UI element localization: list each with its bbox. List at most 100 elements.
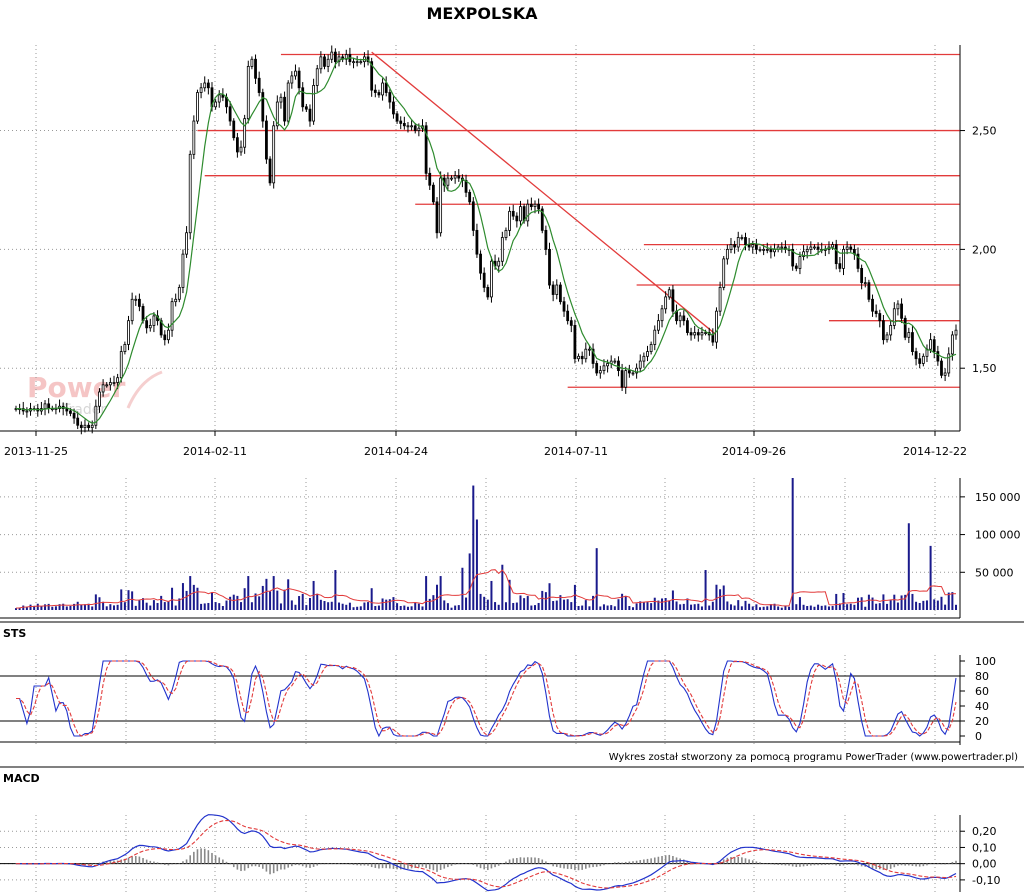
volume-bar — [682, 603, 685, 610]
candle-body — [638, 360, 642, 369]
candle-body — [664, 296, 668, 310]
volume-bar — [167, 601, 170, 610]
volume-bar — [827, 606, 830, 610]
volume-bar — [425, 576, 428, 610]
volume-bar — [955, 604, 957, 610]
macd-histogram-bar — [178, 863, 181, 864]
macd-histogram-bar — [505, 861, 507, 864]
candle-body — [624, 370, 628, 388]
macd-histogram-bar — [519, 857, 522, 864]
candle-body — [940, 360, 943, 376]
candle-body — [849, 246, 853, 250]
macd-histogram-bar — [933, 863, 936, 865]
macd-histogram-bar — [610, 863, 613, 864]
candle-body — [199, 87, 203, 93]
macd-histogram-bar — [487, 863, 489, 871]
candle-body — [606, 363, 609, 367]
volume-bar — [646, 602, 649, 610]
candle-body — [69, 410, 72, 414]
candle-body — [627, 370, 631, 374]
candle-body — [435, 201, 439, 234]
macd-histogram-bar — [301, 863, 304, 867]
candle-body — [653, 329, 657, 345]
macd-histogram-bar — [149, 860, 152, 864]
macd-histogram-bar — [454, 863, 456, 865]
candle-body — [138, 298, 141, 307]
macd-histogram-bar — [889, 863, 892, 869]
candle-body — [758, 248, 762, 251]
volume-bar — [356, 606, 359, 610]
macd-histogram-bar — [127, 857, 130, 864]
macd-histogram-bar — [555, 863, 558, 867]
candle-body — [301, 87, 305, 108]
candle-body — [831, 244, 834, 248]
volume-bar — [341, 603, 344, 610]
volume-bar — [490, 580, 493, 610]
volume-bar — [69, 606, 72, 610]
volume-bar — [221, 606, 224, 610]
macd-histogram-bar — [269, 863, 271, 875]
volume-bar — [537, 602, 540, 610]
macd-histogram-bar — [751, 860, 754, 864]
volume-bar — [203, 603, 206, 610]
macd-histogram-bar — [265, 863, 268, 872]
macd-histogram-bar — [904, 863, 906, 866]
candle-body — [769, 248, 773, 253]
candle-body — [896, 303, 900, 310]
volume-bar — [599, 606, 602, 610]
volume-bar — [722, 585, 725, 610]
macd-histogram-bar — [849, 863, 852, 865]
candle-body — [566, 310, 570, 322]
volume-bar — [290, 600, 293, 610]
volume-bar — [327, 602, 330, 610]
volume-bar — [232, 594, 235, 610]
candle-body — [519, 206, 522, 222]
candle-body — [384, 82, 388, 93]
volume-bar — [544, 592, 547, 610]
macd-histogram-bar — [276, 863, 279, 872]
volume-bar — [700, 606, 703, 610]
macd-histogram-bar — [468, 863, 471, 865]
candle-body — [152, 315, 156, 326]
macd-histogram-bar — [381, 863, 384, 869]
candle-body — [108, 382, 112, 386]
chart-root: MEXPOLSKA Power Trader STS MACD Wykres z… — [0, 0, 1024, 892]
volume-bar — [319, 599, 322, 610]
volume-bar — [726, 601, 729, 610]
candle-body — [395, 113, 399, 122]
macd-y-tick-label: -0,10 — [972, 874, 1000, 887]
candle-body — [76, 417, 80, 426]
candle-body — [428, 172, 432, 186]
sts-y-tick-label: 100 — [975, 655, 996, 668]
volume-bar — [377, 605, 380, 610]
macd-histogram-bar — [338, 863, 340, 865]
candle-body — [907, 332, 911, 338]
volume-bar — [465, 597, 468, 610]
macd-histogram-bar — [476, 863, 478, 867]
volume-bar — [276, 590, 279, 610]
macd-histogram-bar — [258, 863, 260, 867]
candle-body — [265, 120, 268, 160]
price-y-tick-label: 2,50 — [972, 125, 997, 138]
volume-bar — [867, 594, 870, 610]
volume-bar — [766, 606, 769, 610]
macd-histogram-bar — [367, 863, 369, 866]
macd-histogram-bar — [813, 863, 816, 866]
macd-histogram-bar — [145, 859, 148, 864]
volume-bar — [631, 607, 634, 610]
volume-bar — [552, 601, 555, 610]
macd-histogram-bar — [425, 863, 427, 869]
candle-body — [406, 125, 410, 128]
candle-body — [254, 58, 257, 79]
macd-histogram-bar — [222, 859, 224, 864]
candle-body — [515, 215, 519, 222]
macd-histogram-bar — [617, 862, 620, 864]
volume-bar — [421, 606, 424, 610]
volume-bar — [225, 600, 228, 610]
candle-body — [123, 344, 127, 352]
macd-histogram-bar — [523, 857, 525, 864]
candle-body — [304, 106, 308, 110]
volume-bar — [896, 602, 899, 610]
volume-bar — [548, 583, 551, 610]
volume-bar — [762, 606, 765, 610]
